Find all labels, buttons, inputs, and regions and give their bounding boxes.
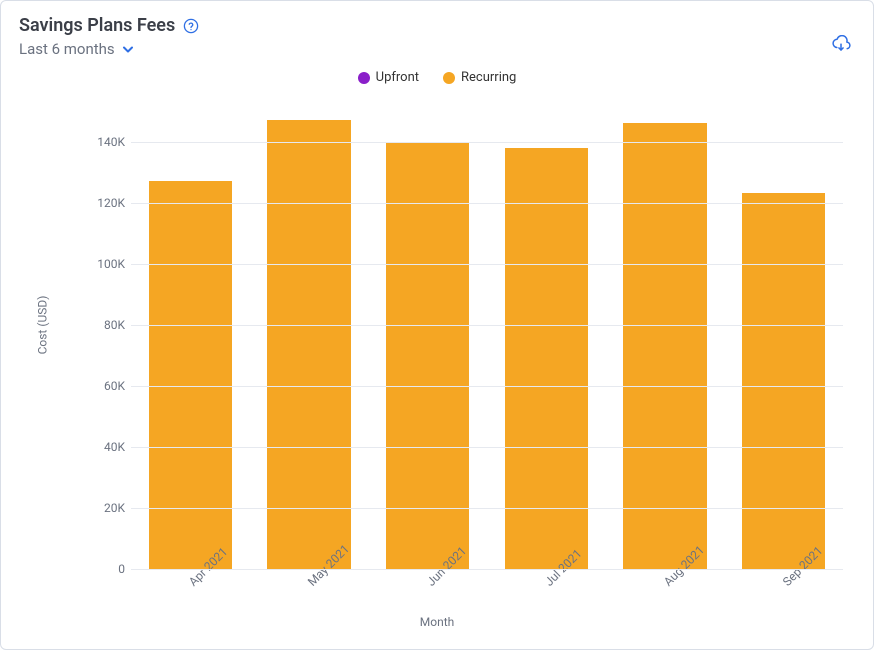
bar-recurring[interactable] xyxy=(742,193,825,569)
legend-label-recurring: Recurring xyxy=(461,70,516,85)
bar-recurring[interactable] xyxy=(267,120,350,569)
chevron-down-icon xyxy=(121,42,135,56)
y-tick-label: 40K xyxy=(81,440,125,454)
bar-recurring[interactable] xyxy=(623,123,706,569)
y-tick-label: 100K xyxy=(81,257,125,271)
y-tick-label: 0 xyxy=(81,562,125,576)
gridline xyxy=(131,569,843,570)
title-block: Savings Plans Fees Last 6 months xyxy=(19,15,199,58)
bar-recurring[interactable] xyxy=(149,181,232,569)
gridline xyxy=(131,508,843,509)
help-icon[interactable] xyxy=(183,18,199,34)
gridline xyxy=(131,264,843,265)
x-axis-label: Month xyxy=(1,615,873,629)
gridline xyxy=(131,386,843,387)
bar-slot: Sep 2021 xyxy=(724,111,843,569)
bar-recurring[interactable] xyxy=(505,148,588,569)
time-range-selector[interactable]: Last 6 months xyxy=(19,40,199,58)
chart-area: Apr 2021May 2021Jun 2021Jul 2021Aug 2021… xyxy=(61,111,853,569)
legend-label-upfront: Upfront xyxy=(376,70,419,85)
download-icon[interactable] xyxy=(831,35,851,55)
legend-item-upfront[interactable]: Upfront xyxy=(358,70,419,85)
bar-slot: May 2021 xyxy=(250,111,369,569)
card-title: Savings Plans Fees xyxy=(19,15,175,36)
y-axis-label: Cost (USD) xyxy=(35,296,49,355)
card-header: Savings Plans Fees Last 6 months xyxy=(19,15,855,58)
time-range-label: Last 6 months xyxy=(19,40,115,58)
plot-area: Apr 2021May 2021Jun 2021Jul 2021Aug 2021… xyxy=(131,111,843,569)
gridline xyxy=(131,203,843,204)
y-tick-label: 140K xyxy=(81,135,125,149)
y-tick-label: 20K xyxy=(81,501,125,515)
y-tick-label: 80K xyxy=(81,318,125,332)
y-tick-label: 120K xyxy=(81,196,125,210)
title-line: Savings Plans Fees xyxy=(19,15,199,36)
bar-slot: Jun 2021 xyxy=(368,111,487,569)
savings-plans-fees-card: Savings Plans Fees Last 6 months xyxy=(0,0,874,650)
bar-slot: Apr 2021 xyxy=(131,111,250,569)
gridline xyxy=(131,142,843,143)
bar-slot: Aug 2021 xyxy=(606,111,725,569)
legend-swatch-recurring xyxy=(443,72,455,84)
bars-container: Apr 2021May 2021Jun 2021Jul 2021Aug 2021… xyxy=(131,111,843,569)
gridline xyxy=(131,447,843,448)
bar-recurring[interactable] xyxy=(386,142,469,569)
legend-swatch-upfront xyxy=(358,72,370,84)
bar-slot: Jul 2021 xyxy=(487,111,606,569)
gridline xyxy=(131,325,843,326)
legend-item-recurring[interactable]: Recurring xyxy=(443,70,516,85)
y-tick-label: 60K xyxy=(81,379,125,393)
chart-legend: Upfront Recurring xyxy=(19,70,855,85)
